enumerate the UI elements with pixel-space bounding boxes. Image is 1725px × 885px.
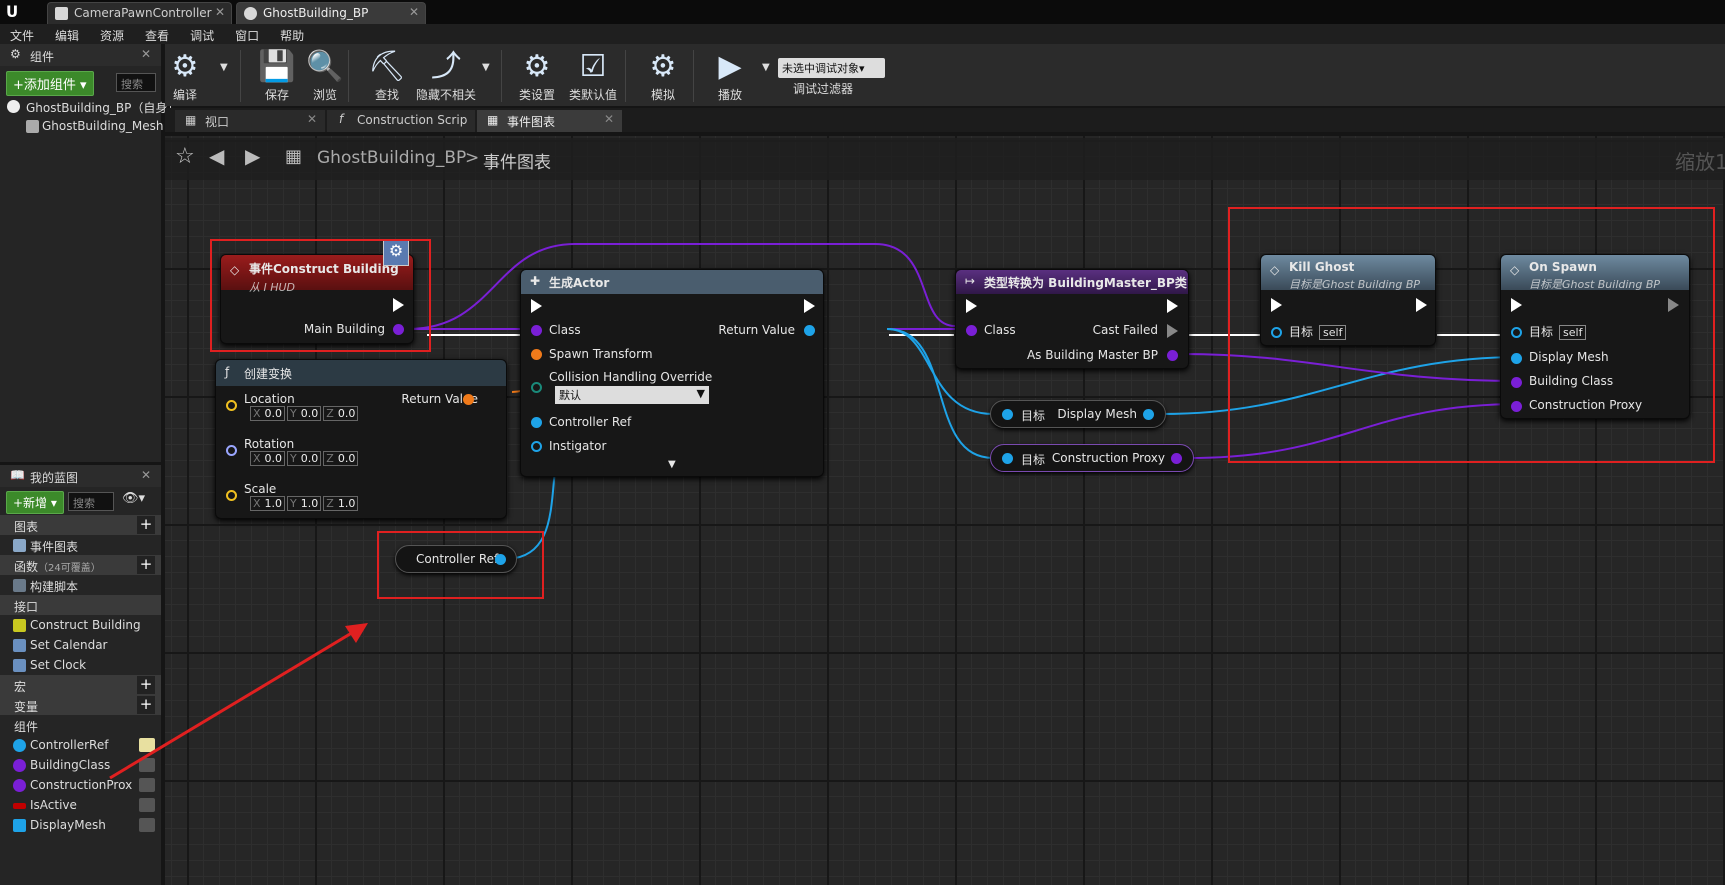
- annotation-arrow: [109, 623, 368, 780]
